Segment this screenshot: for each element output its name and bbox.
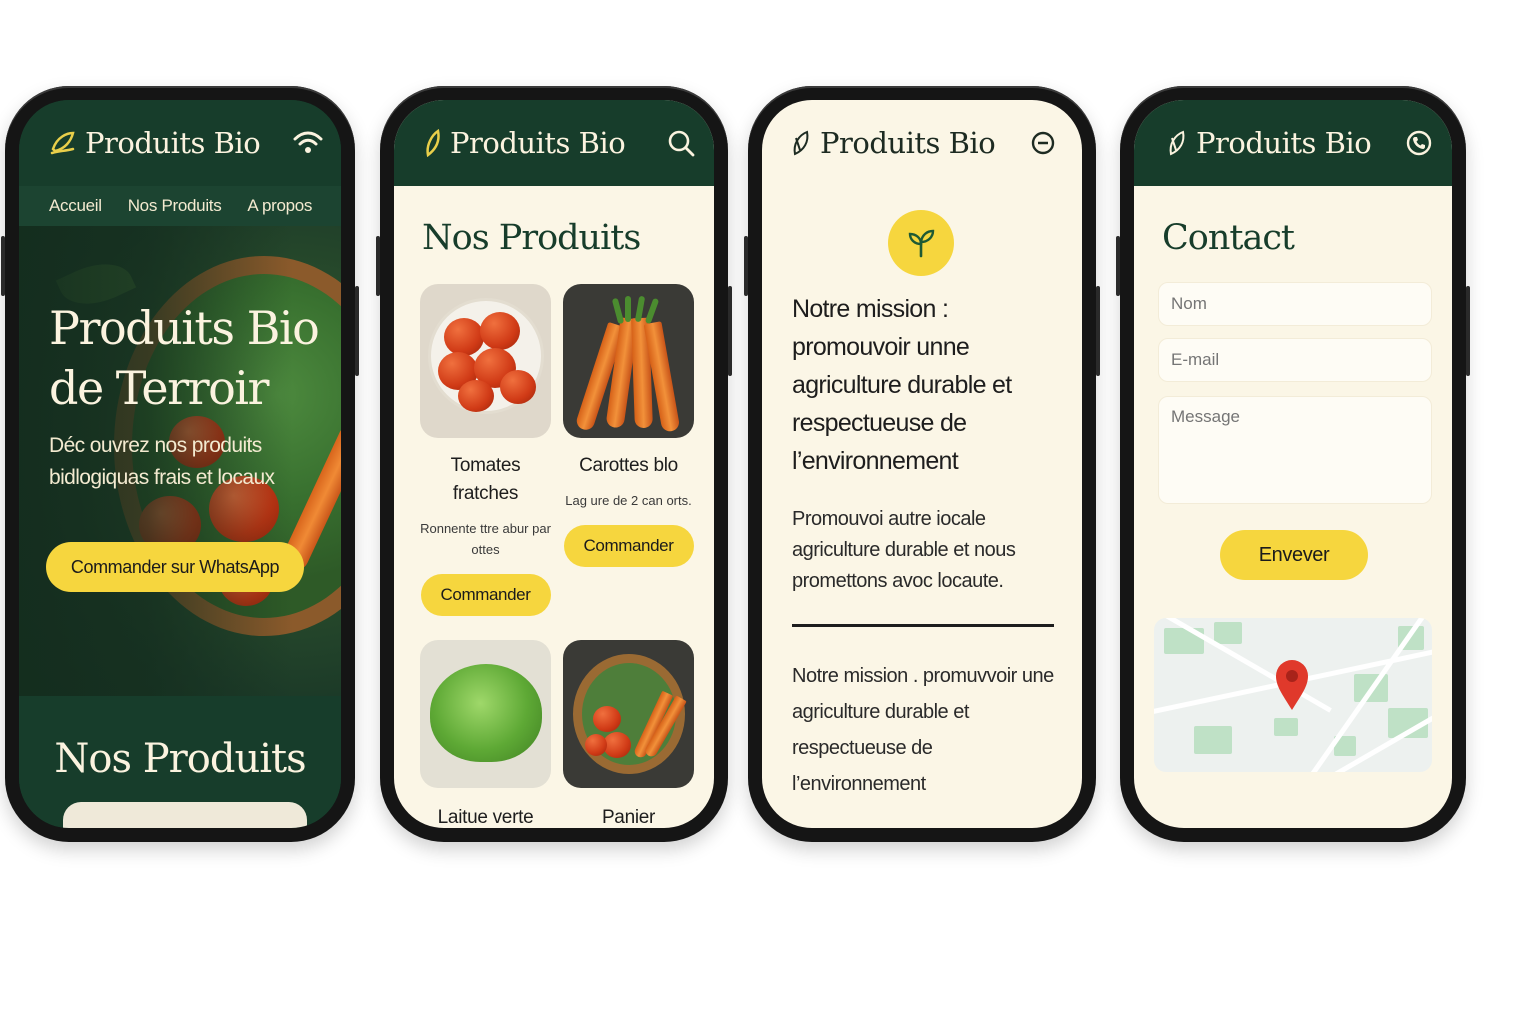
minus-circle-icon[interactable] [1028, 128, 1058, 158]
carrots-image [563, 284, 694, 438]
product-card-preview[interactable] [63, 802, 307, 828]
lettuce-image [420, 640, 551, 788]
brand-name: Produits Bio [1196, 126, 1372, 160]
home-header: Produits Bio [19, 100, 341, 186]
mission-body: Promouvoi autre iocale agriculture durab… [792, 508, 1016, 592]
nav-item-about[interactable]: A propos [247, 196, 312, 216]
brand[interactable]: Produits Bio [49, 126, 261, 160]
product-description: Ronnente ttre abur par ottes [420, 521, 551, 557]
home-screen: Produits Bio Accueil Nos Produits A prop… [19, 100, 341, 828]
wifi-icon [293, 128, 323, 158]
phone-contact: Produits Bio Contact Envever [1116, 86, 1470, 842]
basket-image [563, 640, 694, 788]
message-field[interactable] [1158, 396, 1432, 504]
order-button[interactable]: Commander [420, 574, 551, 616]
phone-home: Produits Bio Accueil Nos Produits A prop… [1, 86, 359, 842]
products-section: Nos Produits [19, 696, 341, 828]
phone-icon[interactable] [1404, 128, 1434, 158]
mission-quote: Notre mission . promuvvoir une agricultu… [792, 665, 1054, 795]
product-card: Laitue verte [420, 640, 551, 828]
leaf-logo-icon [50, 131, 75, 155]
brand[interactable]: Produits Bio [1168, 126, 1372, 160]
leaf-logo-icon [426, 129, 440, 157]
about-screen: Produits Bio Notre mission : promouvoir … [762, 100, 1082, 828]
product-card: Panier [563, 640, 694, 828]
product-name: Carottes blo [579, 455, 678, 476]
contact-screen: Produits Bio Contact Envever [1134, 100, 1452, 828]
about-header: Produits Bio [762, 100, 1082, 186]
brand[interactable]: Produits Bio [424, 126, 626, 160]
send-button[interactable]: Envever [1220, 530, 1368, 580]
hero-title-line1: Produits Bio [49, 301, 320, 355]
contact-header: Produits Bio [1134, 100, 1452, 186]
brand[interactable]: Produits Bio [792, 126, 996, 160]
product-name: Panier [601, 807, 656, 828]
tomatoes-image [420, 284, 551, 438]
nav-item-products[interactable]: Nos Produits [128, 196, 222, 216]
leaf-logo-icon [793, 130, 809, 156]
product-card: Carottes blo Lag ure de 2 can orts. Comm… [563, 284, 694, 567]
map-pin-icon [1276, 660, 1308, 710]
search-icon[interactable] [666, 128, 696, 158]
phone-about: Produits Bio Notre mission : promouvoir … [744, 86, 1100, 842]
location-map[interactable] [1154, 618, 1432, 772]
product-card: Tomates fratches Ronnente ttre abur par … [420, 284, 551, 616]
hero: Produits Bio de Terroir Déc ouvrez nos p… [19, 226, 341, 696]
mission-heading: Notre mission : promouvoir unne agricult… [792, 295, 1012, 475]
nav-item-accueil[interactable]: Accueil [49, 196, 102, 216]
page-title: Nos Produits [422, 218, 641, 258]
product-description: Lag ure de 2 can orts. [565, 493, 692, 508]
hero-title-line2: de Terroir [49, 361, 270, 415]
divider [792, 624, 1054, 627]
order-button[interactable]: Commander [563, 525, 694, 567]
hero-title: Produits Bio de Terroir [49, 298, 320, 418]
name-field[interactable] [1158, 282, 1432, 326]
brand-name: Produits Bio [820, 126, 996, 160]
product-name: Laitue verte [437, 807, 534, 828]
hero-subtitle: Déc ouvrez nos produits bidlogiquas frai… [49, 434, 275, 489]
email-field[interactable] [1158, 338, 1432, 382]
sprout-icon [888, 210, 954, 276]
section-title: Nos Produits [54, 736, 306, 782]
whatsapp-order-button[interactable]: Commander sur WhatsApp [46, 542, 304, 592]
product-name: Tomates fratches [450, 455, 521, 504]
products-screen: Produits Bio Nos Produits Tomates fratch… [394, 100, 714, 828]
leaf-logo-icon [1169, 130, 1185, 156]
page-title: Contact [1162, 218, 1295, 258]
phone-products: Produits Bio Nos Produits Tomates fratch… [376, 86, 732, 842]
brand-name: Produits Bio [85, 126, 261, 160]
products-header: Produits Bio [394, 100, 714, 186]
brand-name: Produits Bio [450, 126, 626, 160]
home-nav: Accueil Nos Produits A propos [19, 186, 341, 226]
